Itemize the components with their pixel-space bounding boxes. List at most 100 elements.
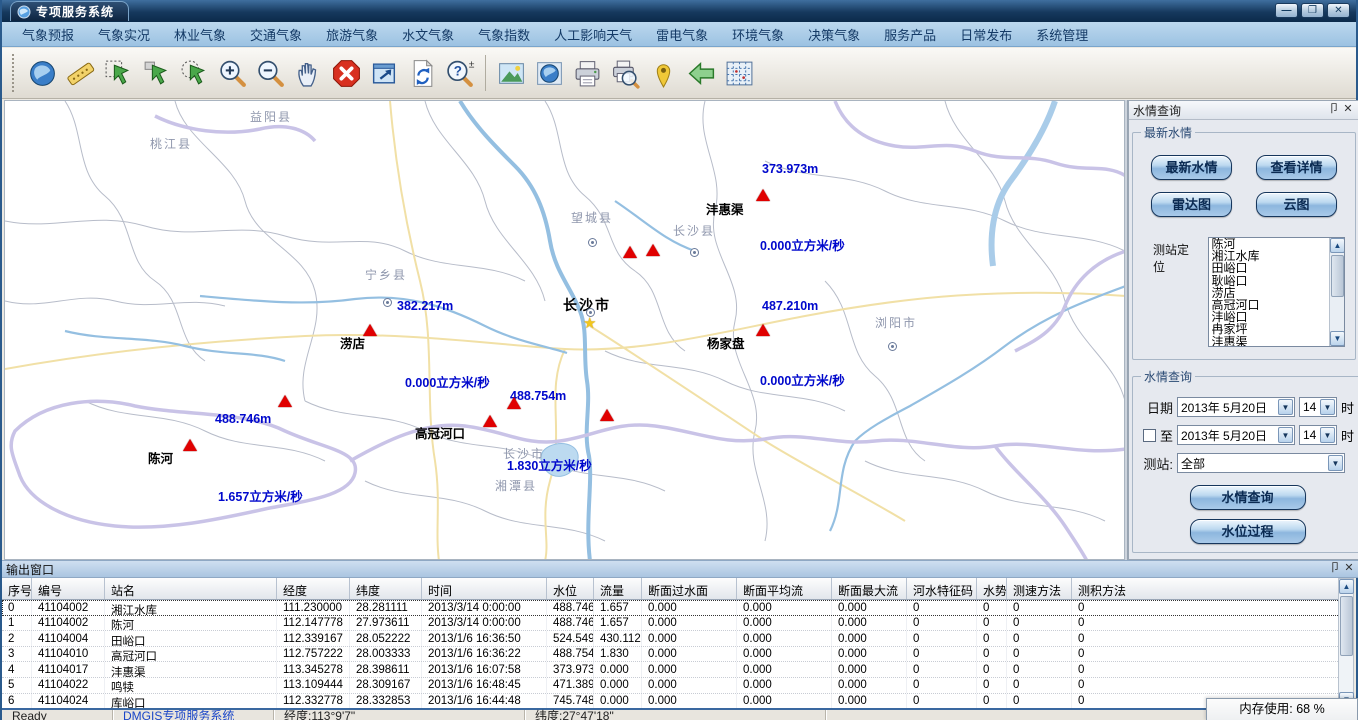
station-list-item-7[interactable]: 冉家坪: [1211, 323, 1328, 335]
hour-picker-1[interactable]: 14 ▼: [1299, 397, 1337, 417]
column-header-5[interactable]: 时间: [422, 578, 547, 599]
print-tool-icon[interactable]: [568, 53, 606, 93]
table-row-2[interactable]: 241104004田峪口112.33916728.0522222013/1/6 …: [2, 631, 1342, 647]
column-header-11[interactable]: 河水特征码: [907, 578, 977, 599]
dropdown-arrow-icon[interactable]: ▼: [1320, 399, 1335, 415]
menu-item-13[interactable]: 系统管理: [1024, 22, 1100, 47]
minimize-button[interactable]: —: [1275, 3, 1298, 18]
menu-item-8[interactable]: 雷电气象: [644, 22, 720, 47]
column-header-1[interactable]: 编号: [32, 578, 105, 599]
back-arrow-tool-icon[interactable]: [682, 53, 720, 93]
output-pin-icon[interactable]: 卩: [1328, 562, 1342, 576]
zoom-in-tool-icon[interactable]: [213, 53, 251, 93]
image-tool-icon[interactable]: [492, 53, 530, 93]
station-marker-icon[interactable]: [600, 409, 614, 421]
select-arrow-tool-icon[interactable]: [137, 53, 175, 93]
table-row-6[interactable]: 641104024库峪口112.33277828.3328532013/1/6 …: [2, 694, 1342, 708]
select-box-tool-icon[interactable]: [99, 53, 137, 93]
identify-tool-icon[interactable]: ±?: [441, 53, 479, 93]
station-marker-icon[interactable]: [363, 324, 377, 336]
print-preview-tool-icon[interactable]: [606, 53, 644, 93]
column-header-13[interactable]: 测速方法: [1007, 578, 1072, 599]
column-header-8[interactable]: 断面过水面: [642, 578, 737, 599]
grid-map-tool-icon[interactable]: [720, 53, 758, 93]
menu-item-3[interactable]: 交通气象: [238, 22, 314, 47]
listbox-scrollbar[interactable]: ▲ ▼: [1329, 238, 1344, 346]
scroll-thumb[interactable]: [1331, 255, 1344, 297]
menu-item-9[interactable]: 环境气象: [720, 22, 796, 47]
water-level-process-button[interactable]: 水位过程: [1190, 519, 1306, 544]
menu-item-11[interactable]: 服务产品: [872, 22, 948, 47]
station-marker-icon[interactable]: [278, 395, 292, 407]
station-marker-icon[interactable]: [646, 244, 660, 256]
latest-group-button-2[interactable]: 雷达图: [1151, 192, 1232, 217]
menu-item-1[interactable]: 气象实况: [86, 22, 162, 47]
table-row-3[interactable]: 341104010高冠河口112.75722228.0033332013/1/6…: [2, 647, 1342, 663]
panel-close-icon[interactable]: ✕: [1341, 103, 1355, 117]
table-scrollbar[interactable]: ▲ ▼: [1338, 578, 1354, 708]
date-picker-1[interactable]: 2013年 5月20日 ▼: [1177, 397, 1295, 417]
globe-layers-tool-icon[interactable]: [530, 53, 568, 93]
column-header-10[interactable]: 断面最大流: [832, 578, 907, 599]
column-header-4[interactable]: 纬度: [350, 578, 422, 599]
latest-group-button-3[interactable]: 云图: [1256, 192, 1337, 217]
table-scroll-thumb[interactable]: [1340, 596, 1353, 656]
table-scroll-up-icon[interactable]: ▲: [1339, 579, 1354, 594]
hour-picker-2[interactable]: 14 ▼: [1299, 425, 1337, 445]
date-picker-2[interactable]: 2013年 5月20日 ▼: [1177, 425, 1295, 445]
select-circle-tool-icon[interactable]: [175, 53, 213, 93]
station-marker-icon[interactable]: [623, 246, 637, 258]
close-button[interactable]: ✕: [1327, 3, 1350, 18]
latest-group-button-0[interactable]: 最新水情: [1151, 155, 1232, 180]
menu-item-7[interactable]: 人工影响天气: [542, 22, 644, 47]
dropdown-arrow-icon[interactable]: ▼: [1278, 427, 1293, 443]
menu-item-2[interactable]: 林业气象: [162, 22, 238, 47]
menu-item-6[interactable]: 气象指数: [466, 22, 542, 47]
stop-tool-icon[interactable]: [327, 53, 365, 93]
station-marker-icon[interactable]: [507, 397, 521, 409]
table-row-4[interactable]: 441104017沣惠渠113.34527828.3986112013/1/6 …: [2, 662, 1342, 678]
locate-pin-tool-icon[interactable]: [644, 53, 682, 93]
column-header-2[interactable]: 站名: [105, 578, 277, 599]
station-list-item-2[interactable]: 田峪口: [1211, 262, 1328, 274]
maximize-button[interactable]: ❐: [1301, 3, 1324, 18]
to-checkbox[interactable]: [1143, 429, 1156, 442]
column-header-3[interactable]: 经度: [277, 578, 350, 599]
menu-item-12[interactable]: 日常发布: [948, 22, 1024, 47]
zoom-out-tool-icon[interactable]: [251, 53, 289, 93]
station-listbox[interactable]: 陈河湘江水库田峪口耿峪口涝店高冠河口沣峪口冉家坪沣惠渠 ▲ ▼: [1208, 237, 1345, 347]
station-list-item-8[interactable]: 沣惠渠: [1211, 336, 1328, 347]
menu-item-5[interactable]: 水文气象: [390, 22, 466, 47]
station-list-item-3[interactable]: 耿峪口: [1211, 275, 1328, 287]
pin-icon[interactable]: 卩: [1327, 103, 1341, 117]
scroll-down-icon[interactable]: ▼: [1330, 331, 1345, 346]
water-query-button[interactable]: 水情查询: [1190, 485, 1306, 510]
output-close-icon[interactable]: ✕: [1342, 562, 1356, 576]
dropdown-arrow-icon[interactable]: ▼: [1320, 427, 1335, 443]
scroll-up-icon[interactable]: ▲: [1330, 238, 1345, 253]
measure-tool-icon[interactable]: [61, 53, 99, 93]
menu-item-10[interactable]: 决策气象: [796, 22, 872, 47]
station-marker-icon[interactable]: [756, 189, 770, 201]
toolbar-grip[interactable]: [12, 54, 15, 92]
menu-item-4[interactable]: 旅游气象: [314, 22, 390, 47]
station-marker-icon[interactable]: [756, 324, 770, 336]
station-select[interactable]: 全部 ▼: [1177, 453, 1345, 473]
dropdown-arrow-icon[interactable]: ▼: [1328, 455, 1343, 471]
table-row-1[interactable]: 141104002陈河112.14777827.9736112013/3/14 …: [2, 616, 1342, 632]
column-header-0[interactable]: 序号: [2, 578, 32, 599]
column-header-14[interactable]: 测积方法: [1072, 578, 1342, 599]
station-marker-icon[interactable]: [483, 415, 497, 427]
dropdown-arrow-icon[interactable]: ▼: [1278, 399, 1293, 415]
pan-tool-icon[interactable]: [289, 53, 327, 93]
refresh-page-tool-icon[interactable]: [403, 53, 441, 93]
world-tool-icon[interactable]: [23, 53, 61, 93]
full-extent-tool-icon[interactable]: [365, 53, 403, 93]
column-header-9[interactable]: 断面平均流: [737, 578, 832, 599]
map-canvas[interactable]: 益阳县桃江县望城县长沙县宁乡县浏阳市湘潭县长沙市长沙市涝店陈河高冠河口沣惠渠杨家…: [4, 100, 1125, 560]
column-header-12[interactable]: 水势: [977, 578, 1007, 599]
station-marker-icon[interactable]: [183, 439, 197, 451]
menu-item-0[interactable]: 气象预报: [10, 22, 86, 47]
latest-group-button-1[interactable]: 查看详情: [1256, 155, 1337, 180]
column-header-6[interactable]: 水位: [547, 578, 594, 599]
